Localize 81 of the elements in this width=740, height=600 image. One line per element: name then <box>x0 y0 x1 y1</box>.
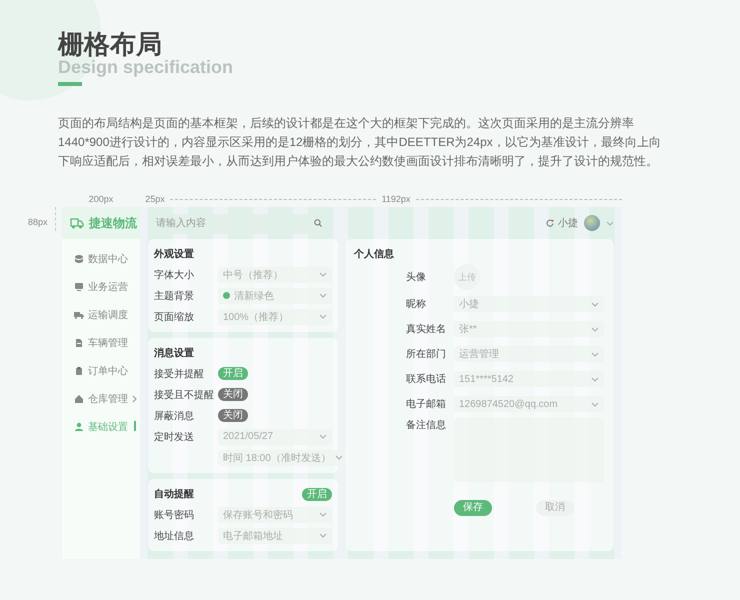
chevron-right-icon <box>132 395 137 403</box>
avatar[interactable] <box>584 215 600 231</box>
dimension-label: 200px <box>88 194 114 204</box>
field-label: 主题背景 <box>154 290 195 302</box>
sidebar-item[interactable]: 基础设置 <box>62 417 140 437</box>
field-label: 字体大小 <box>154 268 195 282</box>
select-field[interactable]: 张** <box>454 321 604 337</box>
chevron-down-icon <box>591 402 599 406</box>
app-logo-text: 捷速物流 <box>89 214 137 232</box>
chevron-down-icon <box>606 220 614 226</box>
select-field[interactable]: 1269874520@qq.com <box>454 396 604 412</box>
upload-button[interactable]: 上传 <box>454 264 480 290</box>
field-label: 接受且不提醒 <box>154 388 215 402</box>
field-label: 地址信息 <box>154 530 195 542</box>
field-label: 昵称 <box>406 298 427 311</box>
chevron-down-icon <box>319 533 327 538</box>
description-text: 页面的布局结构是页面的基本框架，后续的设计都是在这个大的框架下完成的。这次页面采用的是主流分辨率1440*900进行设计的，内容显示区采用的是12栅格的划分，其中DEETTER为24px，以它为基准设计，最终向上向下响应适配后，相对误差最小，从而达到用户体验的最大公约数使画面设计排布清晰明了，提升了设计的规范性。 <box>58 115 662 170</box>
select-field[interactable]: 小捷 <box>454 296 604 312</box>
select-field[interactable]: 中号（推荐） <box>218 266 332 282</box>
page-subtitle: Design specification <box>58 57 234 78</box>
chevron-down-icon <box>591 376 599 382</box>
select-field[interactable]: 运营管理 <box>454 346 604 362</box>
dimension-label: 1192px <box>382 194 410 204</box>
database-icon <box>74 254 84 264</box>
sidebar-item[interactable]: 业务运营 <box>62 277 140 297</box>
field-label: 头像 <box>406 270 427 284</box>
select-field[interactable]: 时间 18:00（准时发送） <box>218 450 348 466</box>
section-title: 个人信息 <box>354 248 395 261</box>
refresh-icon[interactable] <box>546 219 554 227</box>
search-icon[interactable] <box>314 219 322 227</box>
section-title: 消息设置 <box>154 346 194 360</box>
chevron-down-icon <box>319 434 327 439</box>
field-label: 页面缩放 <box>154 310 195 324</box>
select-field[interactable]: 151****5142 <box>454 371 604 387</box>
dimension-label: 25px <box>144 194 166 204</box>
chevron-down-icon <box>591 352 599 356</box>
section-title: 自动提醒 <box>154 488 194 501</box>
chevron-down-icon <box>319 272 327 277</box>
chevron-down-icon <box>591 326 599 332</box>
sidebar-item[interactable]: 运输调度 <box>62 305 140 325</box>
select-field[interactable]: 电子邮箱地址 <box>218 528 332 544</box>
chevron-down-icon <box>319 512 327 517</box>
select-field[interactable]: 2021/05/27 <box>218 428 332 444</box>
field-label: 电子邮箱 <box>406 398 447 411</box>
select-field[interactable]: 保存账号和密码 <box>218 506 332 522</box>
toggle-switch[interactable]: 关闭 <box>218 409 248 422</box>
title-underline <box>58 82 82 86</box>
house-icon <box>74 394 84 404</box>
cancel-button[interactable]: 取消 <box>536 500 574 516</box>
user-name: 小捷 <box>558 216 578 230</box>
sidebar-item[interactable]: 订单中心 <box>62 361 140 381</box>
save-button[interactable]: 保存 <box>454 500 492 516</box>
field-label: 所在部门 <box>406 348 447 361</box>
select-field[interactable]: 100%（推荐） <box>218 308 332 324</box>
truck-icon <box>74 310 84 320</box>
user-icon <box>74 422 84 432</box>
chevron-down-icon <box>591 302 599 306</box>
field-label: 接受并提醒 <box>154 368 205 380</box>
sidebar-item[interactable]: 数据中心 <box>62 249 140 269</box>
truck-icon <box>70 218 84 228</box>
sidebar-item[interactable]: 车辆管理 <box>62 333 140 353</box>
document-icon <box>74 338 84 348</box>
field-label: 定时发送 <box>154 430 195 444</box>
field-label: 屏蔽消息 <box>154 410 195 422</box>
dimension-label: 88px <box>28 217 48 227</box>
select-field[interactable]: 清新绿色 <box>218 288 332 304</box>
sidebar-item[interactable]: 仓库管理 <box>62 389 140 409</box>
toggle-switch[interactable]: 关闭 <box>218 388 248 401</box>
page-title: 栅格布局 <box>58 28 163 60</box>
section-title: 外观设置 <box>154 248 194 261</box>
chevron-down-icon <box>319 314 327 319</box>
chevron-down-icon <box>334 455 343 460</box>
field-label: 真实姓名 <box>406 322 447 336</box>
field-label: 联系电话 <box>406 372 447 386</box>
field-label: 账号密码 <box>154 508 195 522</box>
toggle-switch[interactable]: 开启 <box>302 488 332 500</box>
field-label: 备注信息 <box>406 418 447 432</box>
chevron-down-icon <box>319 293 327 298</box>
toggle-switch[interactable]: 开启 <box>218 367 248 380</box>
clipboard-icon <box>74 366 84 376</box>
monitor-icon <box>74 282 84 292</box>
